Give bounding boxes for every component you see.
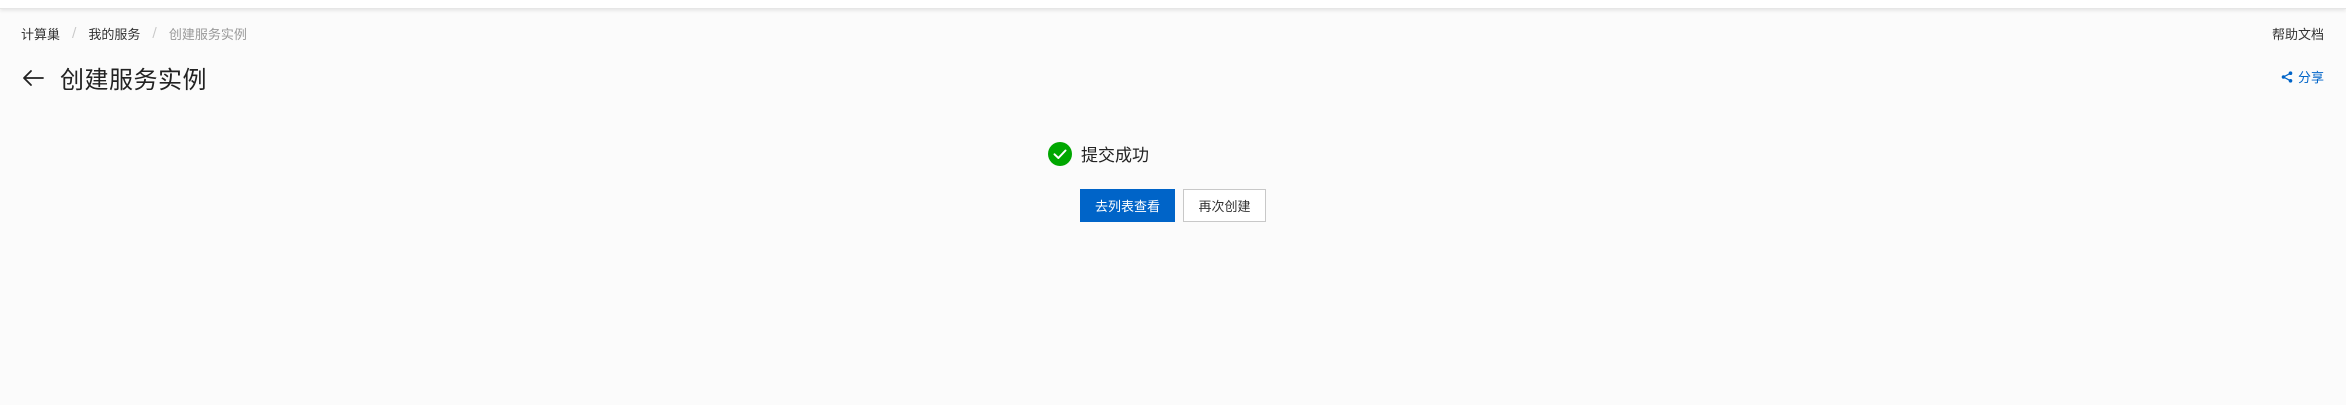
page: 计算巢 / 我的服务 / 创建服务实例 帮助文档 创建服务实例 分享 提交成功 … (0, 0, 2346, 405)
title-row: 创建服务实例 (21, 60, 207, 95)
breadcrumb-separator: / (152, 26, 157, 41)
arrow-left-icon (23, 69, 44, 86)
create-again-button[interactable]: 再次创建 (1183, 189, 1266, 222)
breadcrumb-separator: / (72, 26, 77, 41)
check-circle-icon (1048, 141, 1072, 166)
share-button[interactable]: 分享 (2281, 67, 2324, 86)
help-docs-link[interactable]: 帮助文档 (2272, 24, 2324, 43)
result-actions: 去列表查看 再次创建 (1080, 189, 1266, 222)
top-bar (0, 0, 2346, 9)
share-label: 分享 (2297, 71, 2324, 86)
breadcrumb-item-current: 创建服务实例 (168, 28, 247, 43)
view-list-button[interactable]: 去列表查看 (1080, 189, 1175, 222)
result-status: 提交成功 (1048, 141, 1149, 166)
breadcrumb-item-compute-nest[interactable]: 计算巢 (21, 24, 60, 43)
back-button[interactable] (21, 66, 45, 90)
result-message: 提交成功 (1081, 146, 1149, 166)
breadcrumb-item-my-services[interactable]: 我的服务 (88, 24, 140, 43)
page-title: 创建服务实例 (60, 66, 207, 94)
share-icon (2281, 70, 2293, 83)
breadcrumb: 计算巢 / 我的服务 / 创建服务实例 (21, 24, 247, 43)
